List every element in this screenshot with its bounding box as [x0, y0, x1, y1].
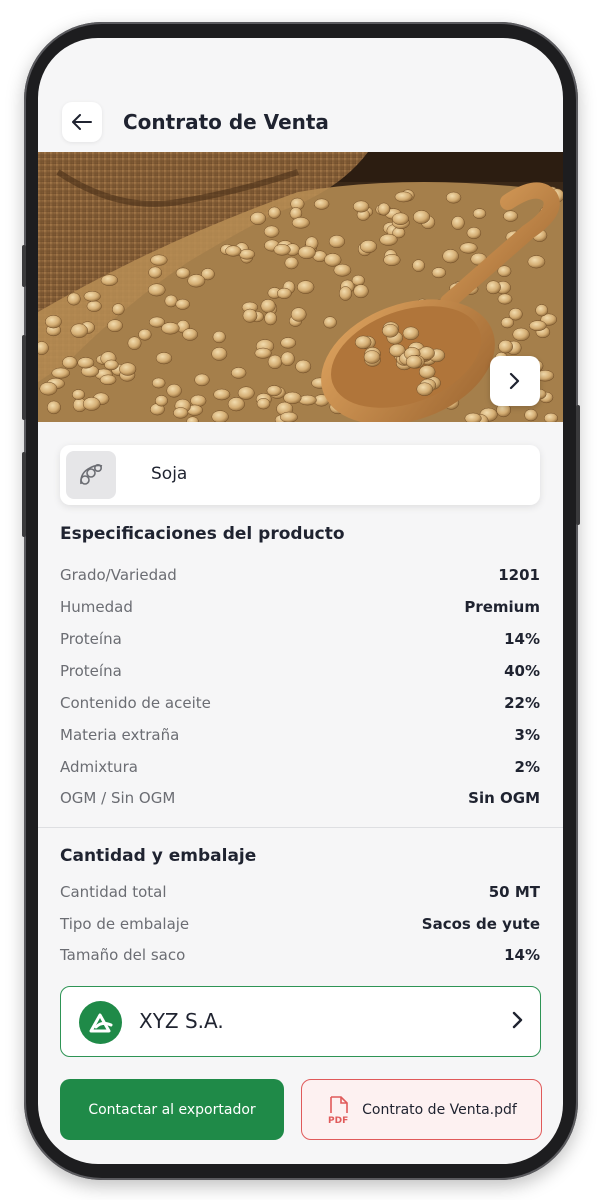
- pdf-file-icon: PDF: [328, 1095, 348, 1125]
- app-header: Contrato de Venta: [38, 102, 563, 152]
- side-button-left-3: [22, 452, 26, 537]
- spec-label: OGM / Sin OGM: [60, 789, 176, 807]
- spec-label: Proteína: [60, 630, 122, 648]
- spec-row: Grado/Variedad 1201: [60, 566, 540, 590]
- spec-value: Sin OGM: [468, 789, 540, 807]
- spec-row: Contenido de aceite 22%: [60, 694, 540, 718]
- soybean-icon: [66, 451, 116, 499]
- spec-label: Proteína: [60, 662, 122, 680]
- contact-exporter-button[interactable]: Contactar al exportador: [60, 1079, 284, 1140]
- app-screen: Contrato de Venta Soja Especificaciones …: [38, 38, 563, 1164]
- soybeans-photo: [38, 152, 563, 422]
- side-button-left-2: [22, 335, 26, 420]
- spec-row: Materia extraña 3%: [60, 726, 540, 750]
- chevron-right-icon: [509, 372, 520, 390]
- spec-value: 50 MT: [488, 883, 540, 901]
- spec-label: Tamaño del saco: [60, 946, 186, 964]
- spec-row: OGM / Sin OGM Sin OGM: [60, 789, 540, 813]
- spec-label: Humedad: [60, 598, 133, 616]
- svg-text:PDF: PDF: [328, 1116, 348, 1125]
- spec-row: Proteína 14%: [60, 630, 540, 654]
- section-divider: [38, 827, 563, 828]
- spec-label: Cantidad total: [60, 883, 167, 901]
- spec-value: 14%: [504, 946, 540, 964]
- page-title: Contrato de Venta: [123, 110, 329, 134]
- product-image[interactable]: [38, 152, 563, 422]
- pdf-label: Contrato de Venta.pdf: [362, 1101, 517, 1118]
- spec-label: Materia extraña: [60, 726, 180, 744]
- packaging-title: Cantidad y embalaje: [60, 846, 257, 866]
- packaging-row: Cantidad total 50 MT: [60, 883, 540, 907]
- product-card: Soja: [60, 445, 540, 505]
- spec-row: Humedad Premium: [60, 598, 540, 622]
- spec-label: Contenido de aceite: [60, 694, 211, 712]
- side-button-right: [576, 405, 580, 525]
- spec-value: 1201: [498, 566, 540, 584]
- spec-value: 22%: [504, 694, 540, 712]
- chevron-right-icon: [512, 1011, 523, 1029]
- spec-value: 14%: [504, 630, 540, 648]
- spec-row: Admixtura 2%: [60, 758, 540, 782]
- contract-pdf-button[interactable]: PDF Contrato de Venta.pdf: [301, 1079, 542, 1140]
- packaging-row: Tipo de embalaje Sacos de yute: [60, 915, 540, 939]
- back-button[interactable]: [62, 102, 102, 142]
- packaging-row: Tamaño del saco 14%: [60, 946, 540, 970]
- spec-value: 2%: [514, 758, 540, 776]
- side-button-left-1: [22, 245, 26, 287]
- specs-title: Especificaciones del producto: [60, 524, 345, 544]
- next-image-button[interactable]: [490, 356, 540, 406]
- spec-value: 40%: [504, 662, 540, 680]
- exporter-name: XYZ S.A.: [139, 1009, 224, 1033]
- spec-label: Grado/Variedad: [60, 566, 177, 584]
- product-name: Soja: [151, 464, 188, 484]
- spec-value: Sacos de yute: [421, 915, 540, 933]
- spec-label: Admixtura: [60, 758, 138, 776]
- spec-row: Proteína 40%: [60, 662, 540, 686]
- spec-value: Premium: [464, 598, 540, 616]
- exporter-card[interactable]: XYZ S.A.: [60, 986, 541, 1057]
- spec-label: Tipo de embalaje: [60, 915, 190, 933]
- spec-value: 3%: [514, 726, 540, 744]
- arrow-left-icon: [72, 114, 92, 130]
- company-logo-icon: [79, 1001, 122, 1044]
